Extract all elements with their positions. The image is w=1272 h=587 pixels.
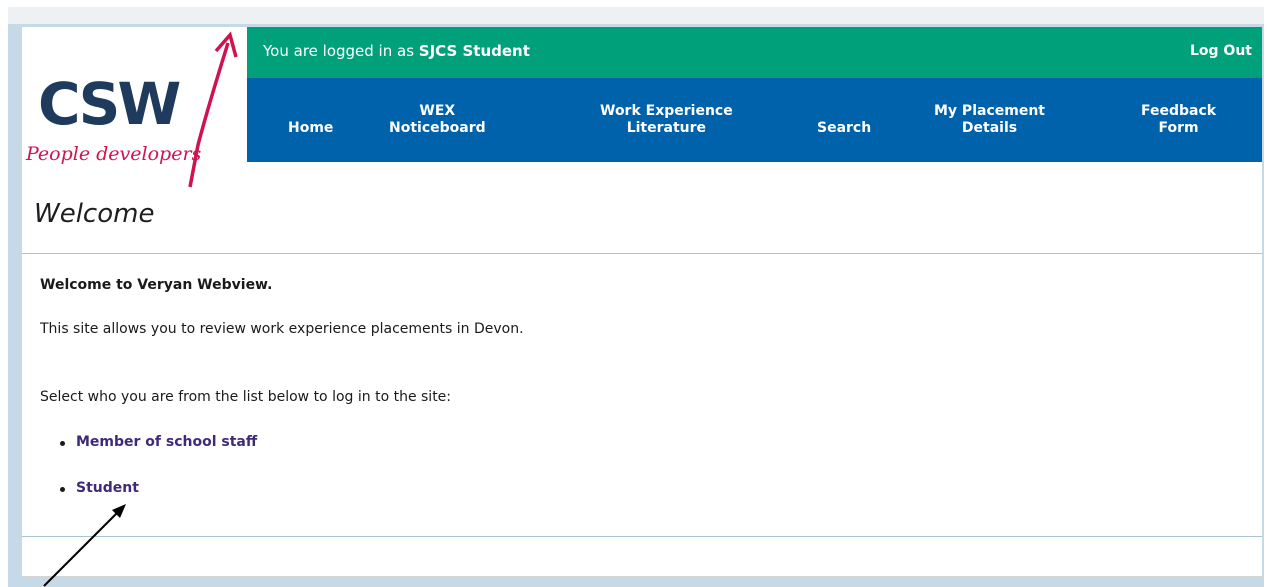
title-divider <box>22 253 1262 254</box>
nav-item-feedback-form[interactable]: Feedback Form <box>1141 103 1216 137</box>
nav-item-label: Feedback <box>1141 103 1217 119</box>
page-container: CSW People developers You are logged in … <box>22 27 1262 577</box>
nav-item-my-placement-details[interactable]: My Placement Details <box>934 103 1045 137</box>
logo-arrow-line <box>188 42 230 188</box>
logged-in-user-name: SJCS Student <box>418 42 530 60</box>
main-navigation: Home WEX Noticeboard Work Experience Lit… <box>247 78 1262 162</box>
role-link-school-staff[interactable]: Member of school staff <box>76 434 257 450</box>
nav-item-label: Details <box>961 120 1018 136</box>
nav-item-label: Home <box>288 120 334 136</box>
logo-tagline-text: People developers <box>25 143 202 165</box>
page-frame: CSW People developers You are logged in … <box>8 24 1264 587</box>
nav-item-label: WEX <box>419 103 456 119</box>
nav-item-work-experience-literature[interactable]: Work Experience Literature <box>600 103 733 137</box>
nav-item-label: Work Experience <box>600 103 733 119</box>
nav-item-wex-noticeboard[interactable]: WEX Noticeboard <box>389 103 486 137</box>
nav-item-label: Search <box>817 120 872 136</box>
nav-item-label: My Placement <box>934 103 1045 119</box>
intro-heading: Welcome to Veryan Webview. <box>40 277 273 293</box>
footer-divider <box>22 536 1262 537</box>
list-item: Student <box>58 480 257 526</box>
logout-link[interactable]: Log Out <box>1190 43 1252 59</box>
nav-item-label: Form <box>1158 120 1199 136</box>
list-item: Member of school staff <box>58 434 257 480</box>
page-title: Welcome <box>34 199 155 229</box>
logo-csw-text: CSW <box>38 70 180 138</box>
nav-item-home[interactable]: Home <box>288 120 333 137</box>
nav-item-search[interactable]: Search <box>817 120 871 137</box>
site-description: This site allows you to review work expe… <box>40 321 524 337</box>
csw-logo-graphic: CSW People developers <box>25 31 238 188</box>
nav-item-label: Noticeboard <box>389 120 486 136</box>
nav-item-label: Literature <box>626 120 707 136</box>
role-link-student[interactable]: Student <box>76 480 139 496</box>
login-prefix: You are logged in as <box>263 42 419 60</box>
role-list: Member of school staff Student <box>58 434 257 526</box>
select-role-prompt: Select who you are from the list below t… <box>40 389 452 405</box>
csw-logo[interactable]: CSW People developers <box>22 27 247 192</box>
login-status-text: You are logged in as SJCS Student <box>263 42 530 60</box>
window-top-strip <box>8 7 1264 24</box>
login-status-bar: You are logged in as SJCS Student Log Ou… <box>247 27 1262 78</box>
